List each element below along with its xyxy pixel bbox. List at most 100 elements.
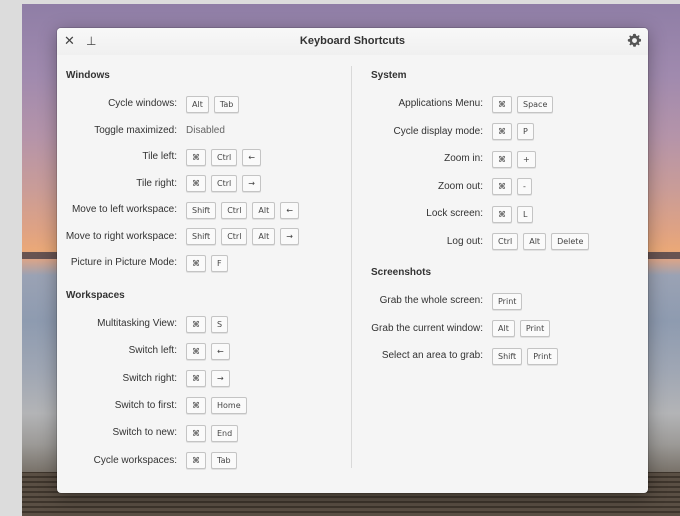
shortcut-keys-move-to-left-workspace[interactable]: Shift Ctrl Alt ← [186,201,299,219]
shortcut-label-move-to-right-workspace: Move to right workspace: [65,230,177,242]
keycap: ⌘ [186,175,206,192]
column-divider [351,66,352,468]
shortcut-label-tile-right: Tile right: [136,177,177,189]
shortcut-label-grab-the-current-window: Grab the current window: [371,322,483,334]
shortcut-keys-grab-the-current-window[interactable]: Alt Print [492,320,551,338]
keycap: Tab [213,95,240,113]
shortcut-label-tile-left: Tile left: [142,151,177,162]
keycap: Print [527,347,558,365]
keycap: Alt [523,233,547,250]
keycap: F [211,254,228,272]
shortcut-label-zoom-in: Zoom in: [444,153,483,164]
keycap: Shift [492,347,523,365]
gear-icon[interactable] [627,33,642,48]
shortcut-keys-cycle-display-mode[interactable]: ⌘ P [492,123,534,141]
shortcut-label-switch-to-first: Switch to first: [114,399,177,411]
keycap: ⌘ [186,254,206,272]
keycap: Alt [252,228,276,245]
keycap: S [211,315,229,333]
shortcut-keys-tile-left[interactable]: ⌘ Ctrl ← [186,148,261,166]
keycap: → [242,175,261,192]
shortcut-keys-switch-to-first[interactable]: ⌘ Home [186,397,247,415]
keycap: ⌘ [492,205,512,223]
keycap: Ctrl [221,201,248,219]
keycap: Shift [186,201,217,219]
keyboard-shortcuts-window: ✕ ⊥ Keyboard Shortcuts Windows Cycle wind… [57,28,648,493]
keycap: ⌘ [186,424,206,442]
shortcut-keys-multitasking-view[interactable]: ⌘ S [186,315,229,333]
shortcut-label-switch-to-new: Switch to new: [112,427,177,439]
shortcut-keys-move-to-right-workspace[interactable]: Shift Ctrl Alt → [186,228,299,246]
shortcut-label-switch-right: Switch right: [122,372,177,384]
shortcut-keys-switch-to-new[interactable]: ⌘ End [186,424,239,442]
shortcut-label-cycle-windows: Cycle windows: [108,98,177,109]
keycap: Print [519,320,551,337]
keycap: ⌘ [186,370,206,388]
keycap: Ctrl [492,233,519,250]
keycap: ⌘ [492,95,512,113]
keycap: ⌘ [492,178,512,195]
system-title-section-title: System [371,70,407,81]
keycap: ⌘ [186,148,206,166]
shortcut-label-toggle-maximized: Toggle maximized: [94,124,177,136]
keycap: Alt [186,95,209,113]
keycap: Ctrl [221,228,248,245]
keycap: Ctrl [211,175,238,192]
shortcut-label-cycle-display-mode: Cycle display mode: [393,125,483,137]
shortcut-keys-toggle-maximized[interactable]: Disabled [186,122,225,140]
keycap: Home [211,397,247,415]
shortcut-label-log-out: Log out: [446,235,483,247]
keycap: Tab [211,452,237,469]
keycap: + [517,150,536,168]
titlebar: ✕ ⊥ Keyboard Shortcuts [57,28,648,55]
shortcut-keys-cycle-windows[interactable]: Alt Tab [186,95,240,113]
keycap: ⌘ [186,397,206,415]
keycap: ← [211,342,230,360]
shortcut-keys-picture-in-picture-mode[interactable]: ⌘ F [186,254,228,272]
keycap: → [211,370,230,388]
keycap: L [517,205,534,223]
keycap: → [280,228,299,245]
shortcut-keys-zoom-out[interactable]: ⌘ - [492,178,532,196]
shortcut-keys-select-an-area-to-grab[interactable]: Shift Print [492,347,558,365]
shortcut-value: Disabled [186,124,225,136]
keycap: ← [242,148,261,166]
keycap: ⌘ [186,342,206,360]
keycap: Shift [186,228,217,245]
keycap: Alt [492,320,515,337]
shortcut-label-applications-menu: Applications Menu: [398,98,484,109]
keycap: ⌘ [492,150,512,168]
keycap: P [517,123,534,140]
keycap: Space [517,95,554,113]
shortcut-label-cycle-workspaces: Cycle workspaces: [93,454,177,466]
shortcut-label-move-to-left-workspace: Move to left workspace: [71,204,177,215]
shortcut-keys-lock-screen[interactable]: ⌘ L [492,205,534,223]
shortcut-keys-switch-left[interactable]: ⌘ ← [186,342,230,360]
shortcut-label-picture-in-picture-mode: Picture in Picture Mode: [70,257,177,268]
keycap: Ctrl [211,148,238,166]
shortcut-keys-cycle-workspaces[interactable]: ⌘ Tab [186,452,237,470]
workspaces-title-section-title: Workspaces [66,290,125,301]
keycap: ⌘ [492,123,512,140]
shortcut-keys-grab-the-whole-screen[interactable]: Print [492,292,523,310]
keycap: Delete [551,233,590,250]
keycap: Print [492,292,523,310]
shortcut-label-switch-left: Switch left: [128,345,177,357]
keycap: Alt [252,201,276,219]
shortcut-label-grab-the-whole-screen: Grab the whole screen: [379,295,483,306]
keycap: End [211,424,239,442]
shortcut-keys-applications-menu[interactable]: ⌘ Space [492,95,554,113]
shortcut-keys-switch-right[interactable]: ⌘ → [186,370,230,388]
shortcut-keys-tile-right[interactable]: ⌘ Ctrl → [186,175,261,193]
shortcut-label-zoom-out: Zoom out: [437,180,483,192]
shortcut-keys-log-out[interactable]: Ctrl Alt Delete [492,233,590,251]
shortcut-label-select-an-area-to-grab: Select an area to grab: [381,350,483,361]
window-title: Keyboard Shortcuts [299,35,406,47]
shortcut-keys-zoom-in[interactable]: ⌘ + [492,150,536,168]
shortcut-label-lock-screen: Lock screen: [426,208,483,219]
windows-title-section-title: Windows [66,70,110,81]
keycap: ⌘ [186,452,206,469]
screenshots-title-section-title: Screenshots [371,267,432,278]
keycap: ← [280,201,299,219]
shortcut-label-multitasking-view: Multitasking View: [97,318,177,329]
